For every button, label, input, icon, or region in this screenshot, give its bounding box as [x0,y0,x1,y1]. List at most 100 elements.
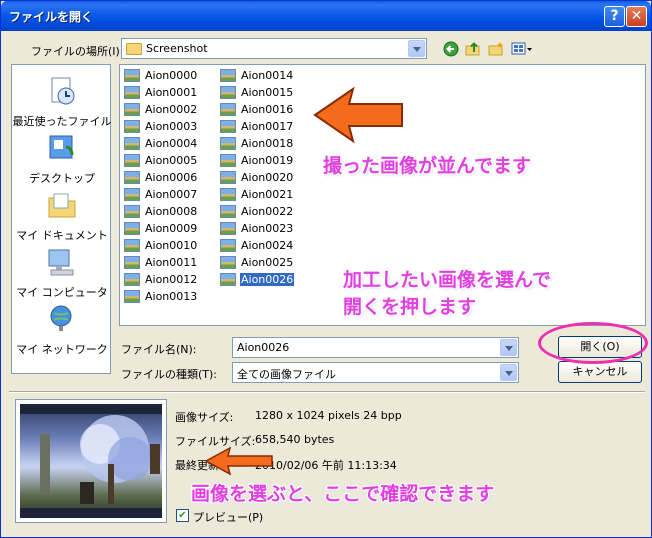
image-file-icon [220,171,236,184]
filetype-value: 全ての画像ファイル [237,368,336,381]
image-file-icon [220,154,236,167]
file-name: Aion0006 [145,171,198,184]
place-my-network[interactable]: マイ ネットワーク [12,303,112,357]
file-name: Aion0022 [241,205,294,218]
places-bar: 最近使ったファイル デスクトップ マイ ドキュメント マイ コンピュータ マイ … [11,64,112,374]
file-name: Aion0000 [145,69,198,82]
image-file-icon [124,137,140,150]
image-file-icon [124,69,140,82]
file-name: Aion0001 [145,86,198,99]
filetype-label: ファイルの種類(T): [121,368,218,381]
annotation-select-line2: 開くを押します [343,296,477,318]
file-name: Aion0003 [145,120,198,133]
left-arrow-annotation [313,86,403,144]
my-documents-icon [48,193,76,218]
image-file-icon [124,239,140,252]
image-file-icon [220,69,236,82]
back-icon[interactable] [443,41,459,57]
folder-icon [126,43,142,55]
filetype-select[interactable]: 全ての画像ファイル [232,362,519,383]
open-button-highlight [538,322,648,364]
modified-value: 2010/02/06 午前 11:13:34 [255,459,397,472]
image-file-icon [220,205,236,218]
place-label: マイ ネットワーク [16,343,108,356]
preview-label: プレビュー(P) [193,511,264,524]
file-name: Aion0018 [241,137,294,150]
image-file-icon [124,205,140,218]
file-name: Aion0025 [241,256,294,269]
image-size-label: 画像サイズ: [175,411,234,424]
preview-arrow-annotation [204,446,273,476]
desktop-icon [49,135,74,159]
chevron-down-icon[interactable] [500,364,517,381]
file-name: Aion0011 [145,256,198,269]
image-file-icon [124,86,140,99]
image-file-icon [124,256,140,269]
file-name: Aion0009 [145,222,198,235]
image-file-icon [220,222,236,235]
image-file-icon [220,188,236,201]
file-name: Aion0015 [241,86,294,99]
chevron-down-icon[interactable] [408,40,425,57]
image-size-value: 1280 x 1024 pixels 24 bpp [255,409,402,422]
view-menu-icon[interactable] [511,41,533,57]
help-button[interactable]: ? [604,6,625,27]
up-folder-icon[interactable] [465,41,481,57]
file-name: Aion0024 [241,239,294,252]
image-file-icon [220,137,236,150]
preview-frame [15,399,167,523]
annotation-select-line1: 加工したい画像を選んで [343,269,552,291]
file-name: Aion0007 [145,188,198,201]
look-in-value: Screenshot [146,42,208,55]
chevron-down-icon[interactable] [500,339,517,356]
file-name: Aion0005 [145,154,198,167]
divider [9,391,645,393]
title-bar[interactable]: ファイルを開く ? ✕ [1,1,651,31]
image-file-icon [124,103,140,116]
place-label: デスクトップ [29,172,95,185]
filename-value: Aion0026 [237,341,290,354]
file-name: Aion0020 [241,171,294,184]
image-file-icon [220,273,236,286]
cancel-button[interactable]: キャンセル [558,361,642,383]
recent-documents-icon [51,77,75,105]
my-computer-icon [48,249,74,276]
image-file-icon [124,171,140,184]
place-recent[interactable]: 最近使ったファイル [12,75,112,129]
place-label: マイ コンピュータ [16,286,108,299]
image-file-icon [220,256,236,269]
place-label: 最近使ったファイル [12,115,112,128]
file-name: Aion0010 [145,239,198,252]
image-file-icon [124,188,140,201]
file-name: Aion0002 [145,103,198,116]
image-file-icon [124,273,140,286]
image-file-icon [220,86,236,99]
filename-input[interactable]: Aion0026 [232,337,519,358]
place-desktop[interactable]: デスクトップ [12,132,112,186]
file-name: Aion0008 [145,205,198,218]
file-name: Aion0014 [241,69,294,82]
file-name: Aion0026 [238,272,296,287]
file-name: Aion0004 [145,137,198,150]
file-name: Aion0023 [241,222,294,235]
dialog-title: ファイルを開く [9,10,94,24]
preview-checkbox[interactable]: ✔ [176,509,189,522]
image-file-icon [220,239,236,252]
look-in-label: ファイルの場所(I): [31,45,124,58]
image-file-icon [220,120,236,133]
place-my-computer[interactable]: マイ コンピュータ [12,246,112,300]
preview-image [20,404,162,518]
open-file-dialog: ファイルを開く ? ✕ ファイルの場所(I): Screenshot 最近使った… [0,0,652,538]
my-network-icon [50,305,72,331]
image-file-icon [124,154,140,167]
image-file-icon [124,120,140,133]
place-label: マイ ドキュメント [16,229,108,242]
file-name: Aion0017 [241,120,294,133]
close-button[interactable]: ✕ [626,6,647,27]
look-in-combo[interactable]: Screenshot [121,38,427,59]
file-name: Aion0016 [241,103,294,116]
new-folder-icon[interactable] [488,41,504,57]
place-my-documents[interactable]: マイ ドキュメント [12,189,112,243]
file-name: Aion0013 [145,290,198,303]
annotation-preview: 画像を選ぶと、ここで確認できます [191,483,495,505]
